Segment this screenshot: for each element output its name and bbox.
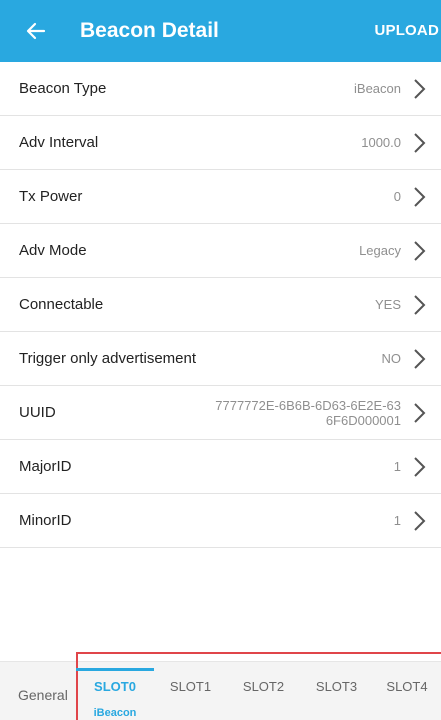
row-major-id[interactable]: MajorID 1 (0, 440, 441, 494)
row-value: 1 (393, 459, 401, 474)
arrow-left-icon (26, 22, 46, 40)
chevron-right-icon (414, 510, 426, 531)
tab-slot1[interactable]: SLOT1 (154, 662, 227, 694)
row-value: 1 (393, 513, 401, 528)
row-value: 7777772E-6B6B-6D63-6E2E-636F6D000001 (215, 397, 401, 428)
row-value: NO (381, 351, 402, 366)
row-adv-mode[interactable]: Adv Mode Legacy (0, 224, 441, 278)
row-minor-id[interactable]: MinorID 1 (0, 494, 441, 548)
row-label: Adv Interval (19, 134, 99, 151)
row-trigger-only[interactable]: Trigger only advertisement NO (0, 332, 441, 386)
row-value: 0 (393, 189, 401, 204)
row-adv-interval[interactable]: Adv Interval 1000.0 (0, 116, 441, 170)
tab-slot2[interactable]: SLOT2 (227, 662, 300, 694)
row-label: MinorID (19, 512, 72, 529)
back-button[interactable] (22, 17, 50, 45)
row-connectable[interactable]: Connectable YES (0, 278, 441, 332)
chevron-right-icon (414, 456, 426, 477)
tab-slot4[interactable]: SLOT4 (373, 662, 441, 694)
row-uuid[interactable]: UUID 7777772E-6B6B-6D63-6E2E-636F6D00000… (0, 386, 441, 440)
bottom-tab-bar: General SLOT0 iBeacon SLOT1 SLOT2 SLOT3 … (0, 652, 441, 720)
chevron-right-icon (414, 78, 426, 99)
slot-sublabel: iBeacon (93, 707, 137, 719)
chevron-right-icon (414, 132, 426, 153)
slot-label: SLOT3 (315, 679, 358, 694)
settings-list: Beacon Type iBeacon Adv Interval 1000.0 … (0, 62, 441, 548)
row-label: Adv Mode (19, 242, 87, 259)
row-beacon-type[interactable]: Beacon Type iBeacon (0, 62, 441, 116)
row-tx-power[interactable]: Tx Power 0 (0, 170, 441, 224)
tab-slot3[interactable]: SLOT3 (300, 662, 373, 694)
tab-general[interactable]: General (18, 687, 68, 703)
row-value: iBeacon (354, 81, 401, 96)
slot-label: SLOT4 (386, 679, 428, 694)
row-label: Tx Power (19, 188, 83, 205)
row-value: Legacy (359, 243, 401, 258)
upload-button[interactable]: UPLOAD (374, 22, 439, 39)
chevron-right-icon (414, 186, 426, 207)
row-label: Connectable (19, 296, 104, 313)
row-label: MajorID (19, 458, 72, 475)
row-label: UUID (19, 404, 56, 421)
chevron-right-icon (414, 240, 426, 261)
slot-label: SLOT0 (94, 679, 136, 694)
chevron-right-icon (414, 348, 426, 369)
tab-slot0[interactable]: SLOT0 iBeacon (76, 662, 154, 719)
app-bar: Beacon Detail UPLOAD (0, 0, 441, 62)
row-value: 1000.0 (361, 135, 401, 150)
chevron-right-icon (414, 402, 426, 423)
page-title: Beacon Detail (80, 19, 219, 42)
chevron-right-icon (414, 294, 426, 315)
row-label: Trigger only advertisement (19, 350, 197, 367)
slot-label: SLOT1 (169, 679, 212, 694)
row-value: YES (374, 297, 401, 312)
row-label: Beacon Type (19, 80, 107, 97)
slot-label: SLOT2 (242, 679, 285, 694)
